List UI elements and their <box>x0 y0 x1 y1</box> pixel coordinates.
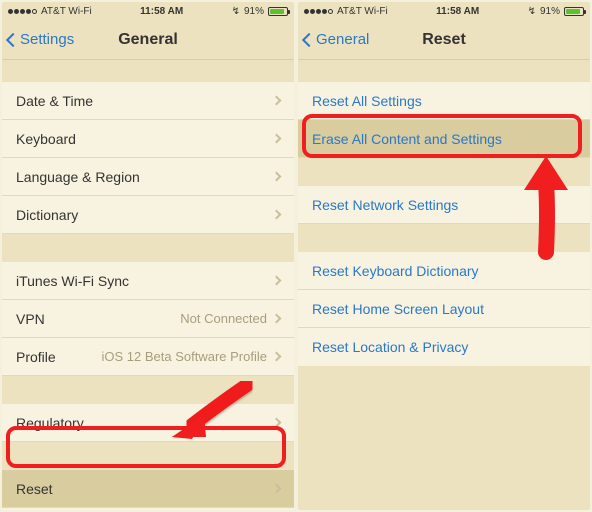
screen-general: AT&T Wi-Fi 11:58 AM ↯ 91% Settings Gener… <box>2 2 294 510</box>
chevron-right-icon <box>272 484 282 494</box>
row-label: Date & Time <box>16 93 273 109</box>
chevron-right-icon <box>272 276 282 286</box>
row-language-region[interactable]: Language & Region <box>2 158 294 196</box>
row-date-time[interactable]: Date & Time <box>2 82 294 120</box>
row-reset-all-settings[interactable]: Reset All Settings <box>298 82 590 120</box>
row-label: Regulatory <box>16 415 273 431</box>
row-profile[interactable]: Profile iOS 12 Beta Software Profile <box>2 338 294 376</box>
row-dictionary[interactable]: Dictionary <box>2 196 294 234</box>
row-reset-home-screen[interactable]: Reset Home Screen Layout <box>298 290 590 328</box>
page-title: General <box>118 31 178 49</box>
chevron-left-icon <box>302 32 316 46</box>
carrier-label: AT&T Wi-Fi <box>41 6 92 17</box>
row-label: Dictionary <box>16 207 273 223</box>
row-label: Reset Location & Privacy <box>312 339 576 355</box>
bolt-icon: ↯ <box>528 6 536 17</box>
row-keyboard[interactable]: Keyboard <box>2 120 294 158</box>
reset-list[interactable]: Reset All Settings Erase All Content and… <box>298 60 590 510</box>
chevron-left-icon <box>6 32 20 46</box>
row-label: Reset Network Settings <box>312 197 576 213</box>
row-label: iTunes Wi-Fi Sync <box>16 273 273 289</box>
signal-icon <box>8 9 37 14</box>
chevron-right-icon <box>272 134 282 144</box>
row-label: Reset Home Screen Layout <box>312 301 576 317</box>
back-button[interactable]: Settings <box>8 31 74 48</box>
battery-pct: 91% <box>540 6 560 17</box>
signal-icon <box>304 9 333 14</box>
chevron-right-icon <box>272 210 282 220</box>
clock: 11:58 AM <box>436 6 479 17</box>
row-label: Erase All Content and Settings <box>312 131 576 147</box>
chevron-right-icon <box>272 172 282 182</box>
row-reset-location-privacy[interactable]: Reset Location & Privacy <box>298 328 590 366</box>
row-label: Reset All Settings <box>312 93 576 109</box>
row-label: Profile <box>16 349 102 365</box>
battery-icon <box>268 7 288 16</box>
row-vpn[interactable]: VPN Not Connected <box>2 300 294 338</box>
back-label: Settings <box>20 31 74 48</box>
clock: 11:58 AM <box>140 6 183 17</box>
row-reset-network-settings[interactable]: Reset Network Settings <box>298 186 590 224</box>
row-label: Reset Keyboard Dictionary <box>312 263 576 279</box>
row-label: VPN <box>16 311 180 327</box>
nav-bar: General Reset <box>298 20 590 60</box>
page-title: Reset <box>422 31 466 49</box>
chevron-right-icon <box>272 314 282 324</box>
carrier-label: AT&T Wi-Fi <box>337 6 388 17</box>
back-label: General <box>316 31 369 48</box>
nav-bar: Settings General <box>2 20 294 60</box>
row-erase-all-content[interactable]: Erase All Content and Settings <box>298 120 590 158</box>
chevron-right-icon <box>272 352 282 362</box>
settings-list[interactable]: Date & Time Keyboard Language & Region D… <box>2 60 294 510</box>
row-value: Not Connected <box>180 311 267 326</box>
row-label: Reset <box>16 481 273 497</box>
chevron-right-icon <box>272 418 282 428</box>
battery-icon <box>564 7 584 16</box>
row-reset-keyboard-dictionary[interactable]: Reset Keyboard Dictionary <box>298 252 590 290</box>
row-itunes-wifi-sync[interactable]: iTunes Wi-Fi Sync <box>2 262 294 300</box>
bolt-icon: ↯ <box>232 6 240 17</box>
chevron-right-icon <box>272 96 282 106</box>
row-reset[interactable]: Reset <box>2 470 294 508</box>
battery-pct: 91% <box>244 6 264 17</box>
status-bar: AT&T Wi-Fi 11:58 AM ↯ 91% <box>2 2 294 20</box>
row-label: Keyboard <box>16 131 273 147</box>
screen-reset: AT&T Wi-Fi 11:58 AM ↯ 91% General Reset … <box>298 2 590 510</box>
row-shut-down[interactable]: Shut Down <box>2 508 294 510</box>
status-bar: AT&T Wi-Fi 11:58 AM ↯ 91% <box>298 2 590 20</box>
row-regulatory[interactable]: Regulatory <box>2 404 294 442</box>
row-value: iOS 12 Beta Software Profile <box>102 349 267 364</box>
row-label: Language & Region <box>16 169 273 185</box>
back-button[interactable]: General <box>304 31 369 48</box>
